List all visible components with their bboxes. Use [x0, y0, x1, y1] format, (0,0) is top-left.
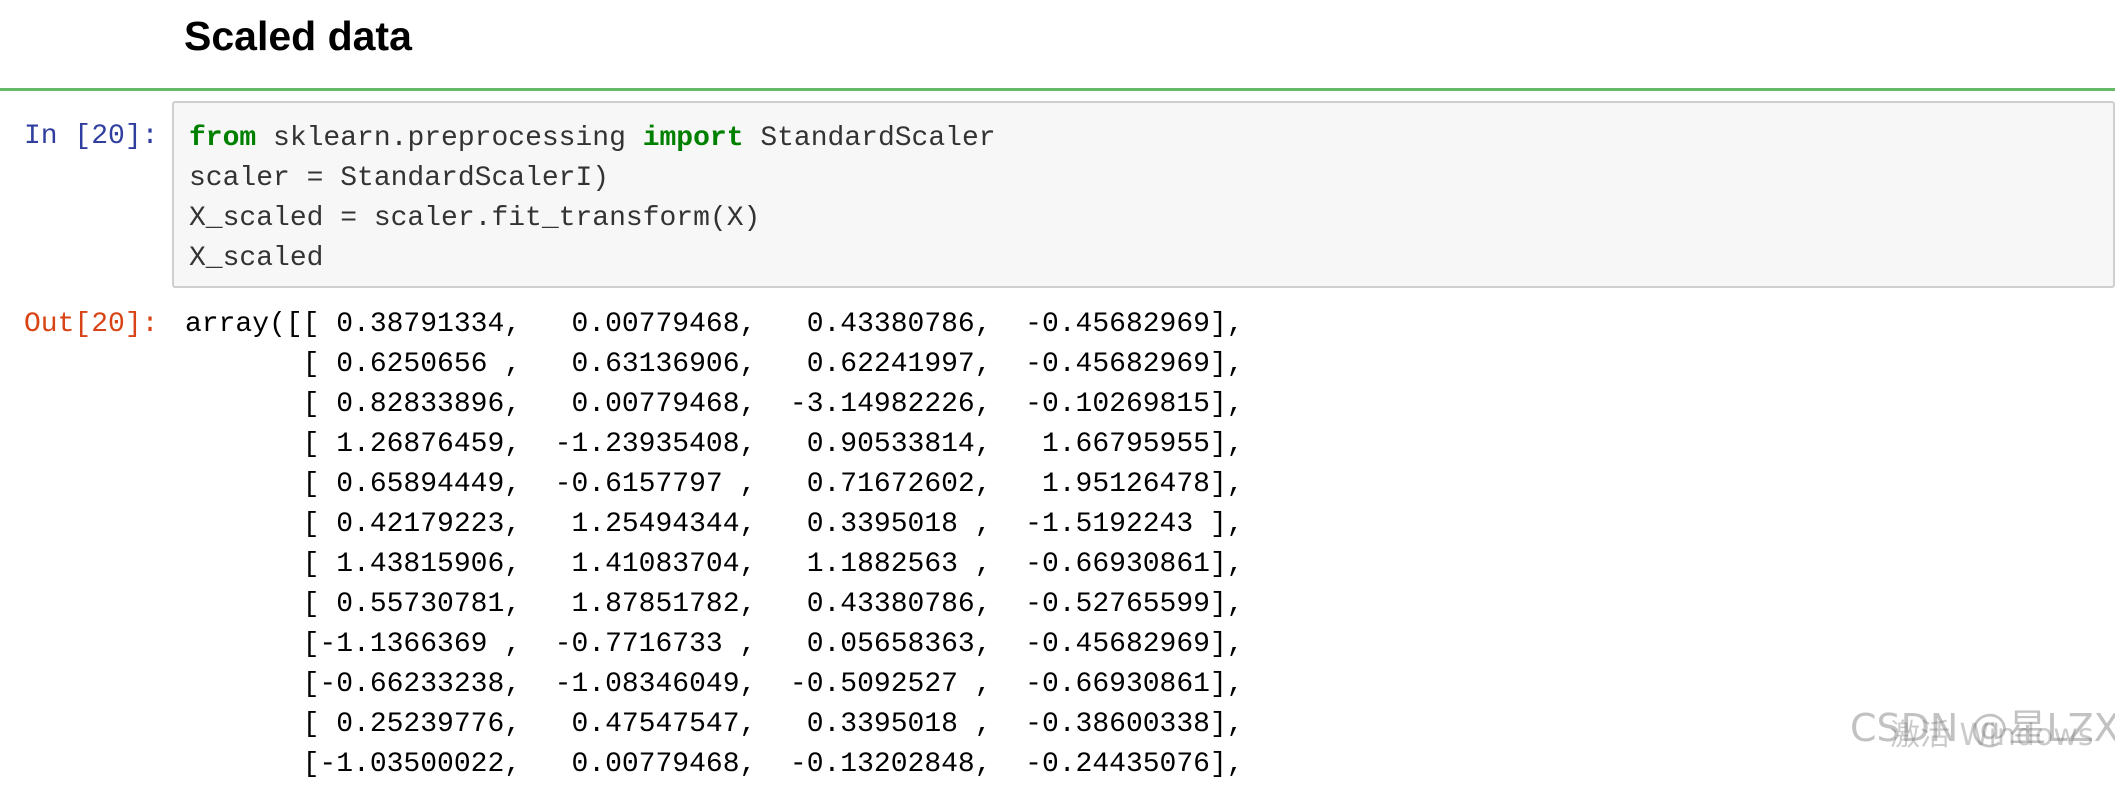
- cell-divider: [0, 88, 2115, 91]
- output-line: [ 0.55730781, 1.87851782, 0.43380786, -0…: [185, 589, 1244, 620]
- csdn-watermark: CSDN @星LZX: [1850, 706, 2115, 750]
- output-line: [ 0.25239776, 0.47547547, 0.3395018 , -0…: [185, 709, 1244, 740]
- output-line: [ 1.43815906, 1.41083704, 1.1882563 , -0…: [185, 549, 1244, 580]
- output-line: [-1.1366369 , -0.7716733 , 0.05658363, -…: [185, 629, 1244, 660]
- output-area: array([[ 0.38791334, 0.00779468, 0.43380…: [185, 305, 1244, 785]
- code-line-4: X_scaled: [189, 243, 324, 274]
- code-token-module: sklearn.preprocessing: [256, 123, 643, 154]
- code-cell-editor[interactable]: from sklearn.preprocessing import Standa…: [172, 101, 2115, 288]
- code-block[interactable]: from sklearn.preprocessing import Standa…: [189, 119, 996, 279]
- keyword-from: from: [189, 123, 257, 154]
- code-line-2: scaler = StandardScalerI): [189, 159, 996, 199]
- output-line: array([[ 0.38791334, 0.00779468, 0.43380…: [185, 309, 1244, 340]
- output-line: [-0.66233238, -1.08346049, -0.5092527 , …: [185, 669, 1244, 700]
- text-cursor-icon: I: [575, 163, 593, 194]
- input-prompt: In [20]:: [24, 121, 159, 152]
- code-token-paren: ): [592, 163, 610, 194]
- section-heading: Scaled data: [184, 13, 412, 59]
- code-line-3: X_scaled = scaler.fit_transform(X): [189, 203, 761, 234]
- code-token-assign: scaler = StandardScaler: [189, 163, 576, 194]
- output-line: [ 1.26876459, -1.23935408, 0.90533814, 1…: [185, 429, 1244, 460]
- code-token-class: StandardScaler: [743, 123, 996, 154]
- output-line: [ 0.42179223, 1.25494344, 0.3395018 , -1…: [185, 509, 1244, 540]
- output-line: [ 0.65894449, -0.6157797 , 0.71672602, 1…: [185, 469, 1244, 500]
- output-line: [ 0.6250656 , 0.63136906, 0.62241997, -0…: [185, 349, 1244, 380]
- output-line: [ 0.82833896, 0.00779468, -3.14982226, -…: [185, 389, 1244, 420]
- output-prompt: Out[20]:: [24, 309, 159, 340]
- output-line: [-1.03500022, 0.00779468, -0.13202848, -…: [185, 749, 1244, 780]
- keyword-import: import: [642, 123, 744, 154]
- code-line-1: from sklearn.preprocessing import Standa…: [189, 119, 996, 159]
